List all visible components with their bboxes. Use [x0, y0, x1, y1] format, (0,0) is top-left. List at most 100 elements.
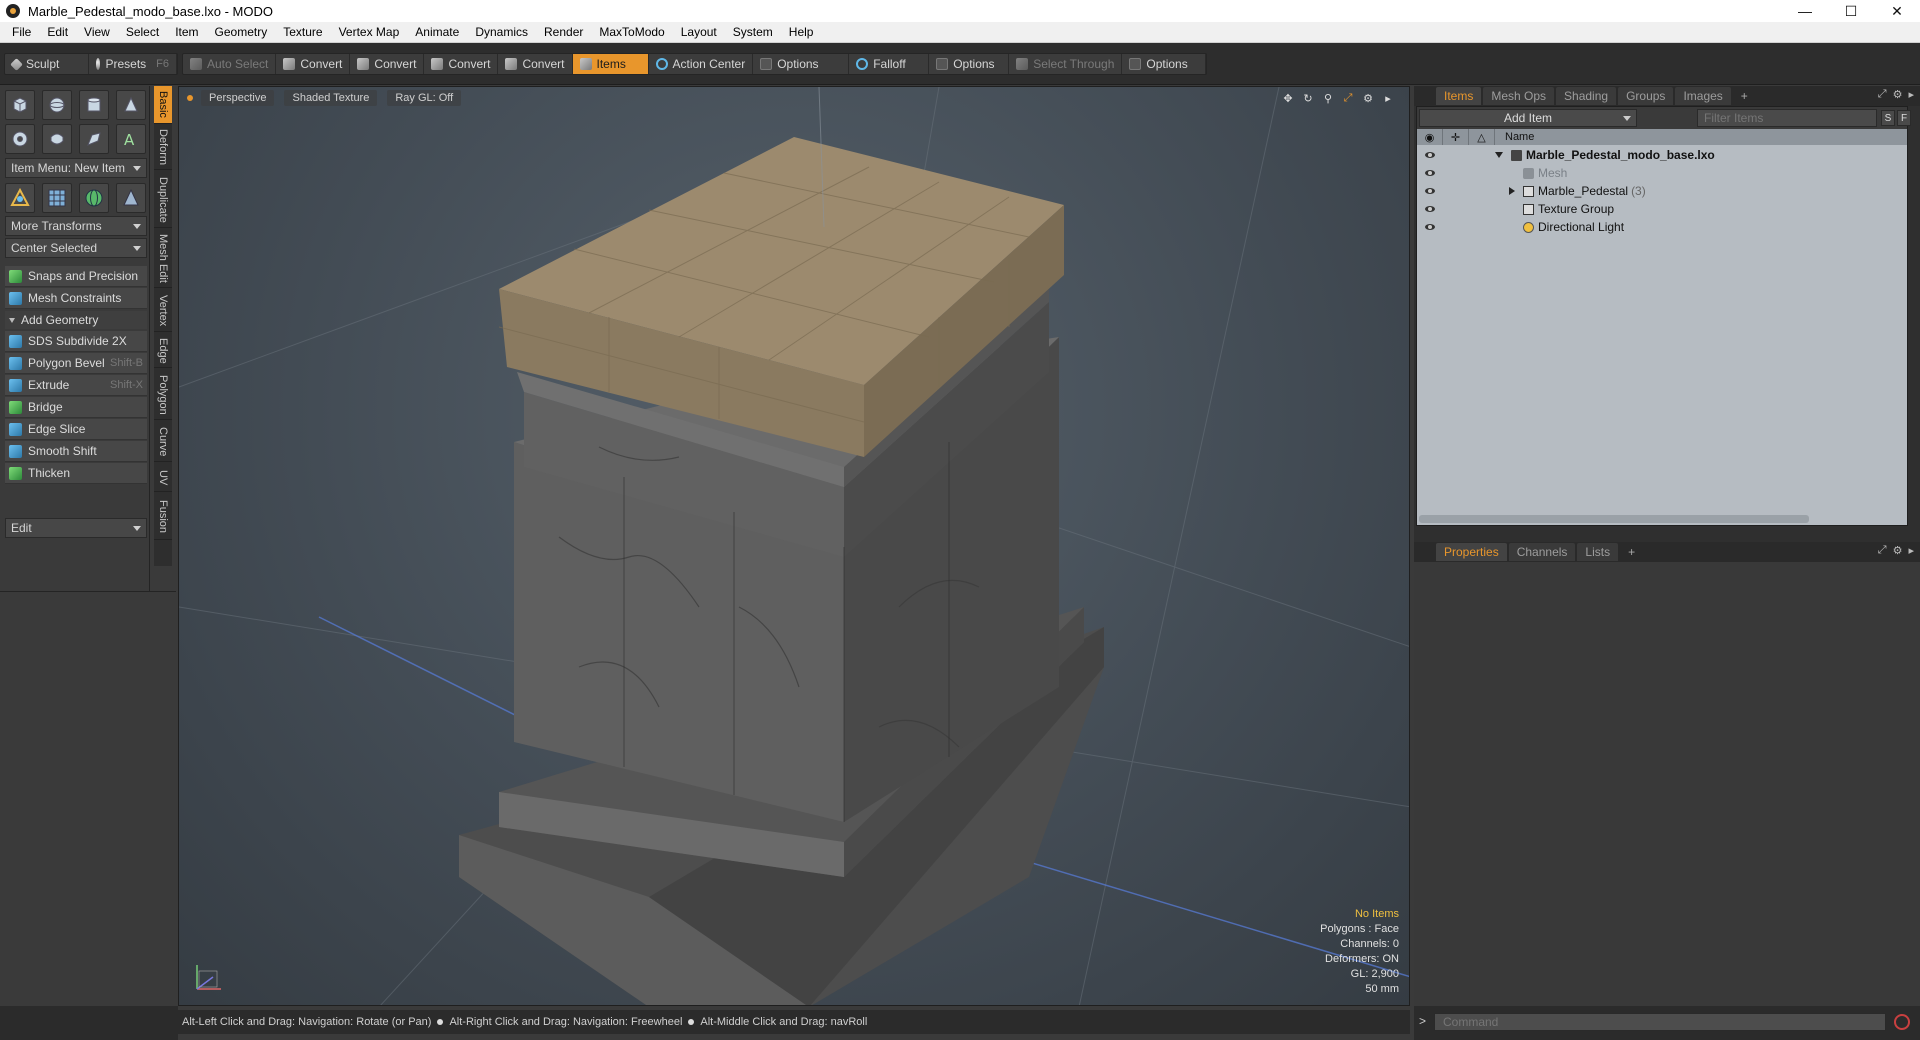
tab-items[interactable]: Items	[1436, 87, 1482, 105]
command-input[interactable]	[1434, 1013, 1886, 1031]
convert-edges-button[interactable]: Convert	[350, 54, 425, 74]
tree-row-mesh[interactable]: Mesh	[1417, 164, 1907, 182]
tab-shading[interactable]: Shading	[1556, 87, 1617, 105]
menu-dynamics[interactable]: Dynamics	[467, 25, 536, 39]
mesh-constraints-button[interactable]: Mesh Constraints	[5, 288, 147, 309]
tab-mesh-ops[interactable]: Mesh Ops	[1483, 87, 1555, 105]
zoom-icon[interactable]: ⚲	[1321, 91, 1335, 105]
menu-help[interactable]: Help	[781, 25, 822, 39]
name-column-header[interactable]: Name	[1495, 131, 1534, 143]
convert-vertices-button[interactable]: Convert	[276, 54, 351, 74]
expand-right-icon[interactable]	[1509, 187, 1515, 195]
menu-maxtomodo[interactable]: MaxToModo	[591, 25, 672, 39]
cube-primitive-button[interactable]	[5, 90, 35, 120]
select-through-button[interactable]: Select Through	[1009, 54, 1123, 74]
viewport-expand-icon[interactable]: ▸	[1381, 91, 1395, 105]
tab-basic[interactable]: Basic	[154, 86, 172, 124]
visibility-toggle[interactable]	[1417, 164, 1443, 182]
add-item-dropdown[interactable]: Add Item	[1419, 109, 1637, 127]
menu-render[interactable]: Render	[536, 25, 591, 39]
visibility-toggle[interactable]	[1417, 200, 1443, 218]
tab-channels[interactable]: Channels	[1508, 543, 1576, 561]
tree-row-scene[interactable]: Marble_Pedestal_modo_base.lxo	[1417, 146, 1907, 164]
center-selected-dropdown[interactable]: Center Selected	[5, 238, 147, 258]
tab-images[interactable]: Images	[1675, 87, 1731, 105]
convert-materials-button[interactable]: Convert	[498, 54, 573, 74]
add-tab-icon[interactable]: +	[1620, 543, 1643, 561]
menu-layout[interactable]: Layout	[673, 25, 725, 39]
minimize-button[interactable]: —	[1782, 0, 1828, 22]
thicken-button[interactable]: Thicken	[5, 463, 147, 484]
menu-view[interactable]: View	[76, 25, 118, 39]
maximize-button[interactable]: ☐	[1828, 0, 1874, 22]
items-mode-button[interactable]: Items	[572, 54, 649, 74]
tab-vertex[interactable]: Vertex	[154, 290, 172, 332]
action-center-button[interactable]: Action Center	[649, 54, 754, 74]
lock-column-icon[interactable]: ✛	[1443, 129, 1469, 145]
presets-button[interactable]: Presets F6	[89, 54, 177, 74]
more-transforms-dropdown[interactable]: More Transforms	[5, 216, 147, 236]
cylinder-primitive-button[interactable]	[79, 90, 109, 120]
menu-file[interactable]: File	[4, 25, 39, 39]
tab-polygon[interactable]: Polygon	[154, 370, 172, 420]
cone-primitive-button[interactable]	[116, 90, 146, 120]
extrude-button[interactable]: Extrude Shift-X	[5, 375, 147, 396]
filter-items-input[interactable]	[1697, 109, 1877, 127]
item-menu-dropdown[interactable]: Item Menu: New Item	[5, 158, 147, 178]
panel-menu-icon[interactable]: ▸	[1908, 88, 1914, 101]
falloff-options-button[interactable]: Options	[929, 54, 1010, 74]
panel-settings-icon[interactable]: ⚙	[1893, 544, 1903, 557]
tab-groups[interactable]: Groups	[1618, 87, 1674, 105]
panel-menu-icon[interactable]: ▸	[1908, 544, 1914, 557]
auto-select-button[interactable]: Auto Select	[183, 54, 277, 74]
expand-down-icon[interactable]	[1495, 152, 1503, 158]
tab-lists[interactable]: Lists	[1577, 543, 1619, 561]
sculpt-button[interactable]: Sculpt	[5, 54, 89, 74]
viewport-menu-dot[interactable]	[187, 95, 193, 101]
edit-dropdown[interactable]: Edit	[5, 518, 147, 538]
viewport-scene[interactable]	[179, 87, 1410, 1006]
menu-select[interactable]: Select	[118, 25, 167, 39]
menu-edit[interactable]: Edit	[39, 25, 76, 39]
tab-mesh-edit[interactable]: Mesh Edit	[154, 230, 172, 288]
snaps-precision-button[interactable]: Snaps and Precision	[5, 266, 147, 287]
bridge-button[interactable]: Bridge	[5, 397, 147, 418]
expand-panel-icon[interactable]: ⤢	[1878, 544, 1887, 557]
3d-viewport[interactable]: Perspective Shaded Texture Ray GL: Off ✥…	[178, 86, 1410, 1006]
tree-row-marble-pedestal[interactable]: Marble_Pedestal (3)	[1417, 182, 1907, 200]
visibility-toggle[interactable]	[1417, 218, 1443, 236]
edge-slice-button[interactable]: Edge Slice	[5, 419, 147, 440]
add-geometry-section[interactable]: Add Geometry	[5, 311, 147, 329]
sphere-primitive-button[interactable]	[42, 90, 72, 120]
grid-tool-button[interactable]	[42, 183, 72, 213]
menu-vertex-map[interactable]: Vertex Map	[331, 25, 408, 39]
menu-texture[interactable]: Texture	[275, 25, 330, 39]
visibility-toggle[interactable]	[1417, 146, 1443, 164]
close-button[interactable]: ✕	[1874, 0, 1920, 22]
smooth-shift-button[interactable]: Smooth Shift	[5, 441, 147, 462]
visibility-toggle[interactable]	[1417, 182, 1443, 200]
torus-primitive-button[interactable]	[5, 124, 35, 154]
pen-tool-button[interactable]	[79, 124, 109, 154]
menu-item[interactable]: Item	[167, 25, 206, 39]
item-list-scrollbar[interactable]	[1419, 515, 1809, 523]
render-column-icon[interactable]: △	[1469, 129, 1495, 145]
visibility-column-icon[interactable]: ◉	[1417, 129, 1443, 145]
tab-fusion[interactable]: Fusion	[154, 494, 172, 540]
pan-icon[interactable]: ✥	[1281, 91, 1295, 105]
tab-duplicate[interactable]: Duplicate	[154, 172, 172, 228]
convert-polygons-button[interactable]: Convert	[424, 54, 499, 74]
tree-row-directional-light[interactable]: Directional Light	[1417, 218, 1907, 236]
tab-edge[interactable]: Edge	[154, 334, 172, 368]
rotate-tool-button[interactable]	[79, 183, 109, 213]
perspective-view-button[interactable]: Perspective	[201, 90, 275, 106]
capsule-primitive-button[interactable]	[42, 124, 72, 154]
falloff-button[interactable]: Falloff	[849, 54, 930, 74]
viewport-settings-icon[interactable]: ⚙	[1361, 91, 1375, 105]
menu-system[interactable]: System	[725, 25, 781, 39]
transform-tool-button[interactable]	[5, 183, 35, 213]
filter-f-button[interactable]: F	[1897, 110, 1911, 126]
ray-gl-button[interactable]: Ray GL: Off	[387, 90, 462, 106]
record-macro-icon[interactable]	[1894, 1014, 1910, 1030]
tree-row-texture-group[interactable]: Texture Group	[1417, 200, 1907, 218]
